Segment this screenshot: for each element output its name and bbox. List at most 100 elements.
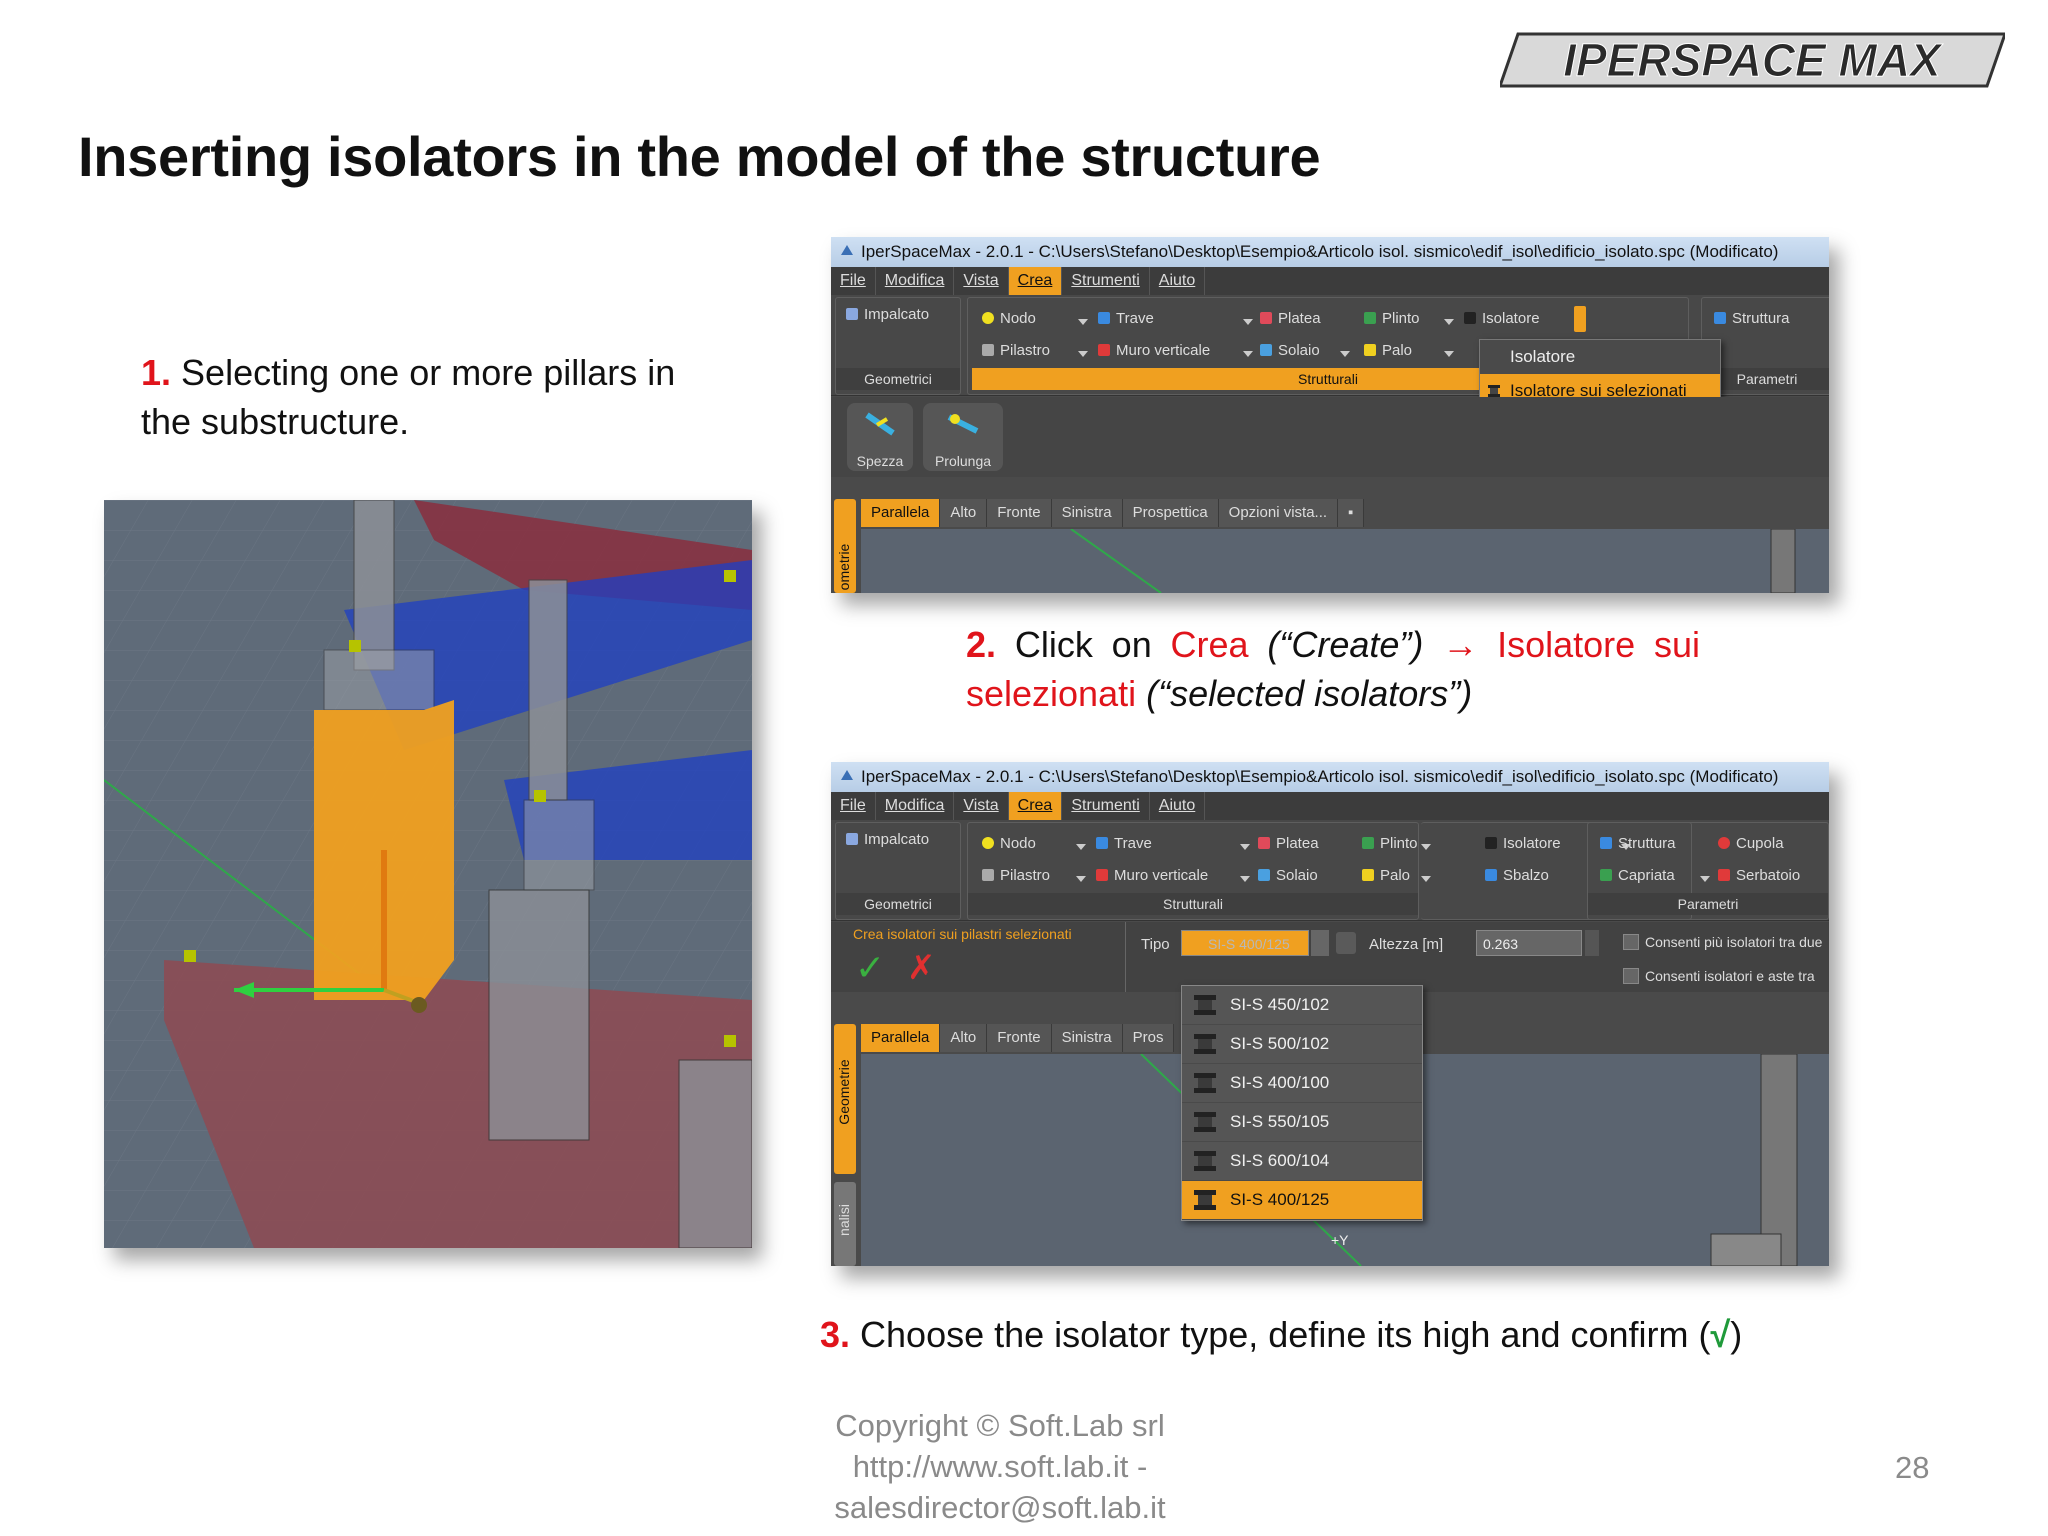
tipo-edit-button[interactable] bbox=[1336, 932, 1356, 954]
pilastro-button[interactable]: Pilastro bbox=[982, 867, 1050, 884]
tab-parallela[interactable]: Parallela bbox=[861, 499, 941, 527]
menu-strumenti[interactable]: Strumenti bbox=[1062, 267, 1150, 295]
trave-button[interactable]: Trave bbox=[1098, 310, 1154, 327]
plinto-button[interactable]: Plinto bbox=[1362, 835, 1418, 852]
tab-alto[interactable]: Alto bbox=[940, 499, 988, 527]
side-tab-analisi[interactable]: nalisi bbox=[834, 1182, 856, 1266]
cancel-x-icon[interactable]: ✗ bbox=[907, 948, 936, 988]
menu-strumenti[interactable]: Strumenti bbox=[1062, 792, 1150, 820]
isolator-option-selected[interactable]: SI-S 400/125 bbox=[1182, 1181, 1422, 1220]
nodo-button[interactable]: Nodo bbox=[982, 835, 1036, 852]
isolatore-button[interactable]: Isolatore bbox=[1485, 835, 1561, 852]
nodo-button[interactable]: Nodo bbox=[982, 310, 1036, 327]
prolunga-button[interactable]: Prolunga bbox=[923, 403, 1003, 471]
isolator-option[interactable]: SI-S 550/105 bbox=[1182, 1103, 1422, 1142]
view-tabs: Parallela Alto Fronte Sinistra Prospettica Op… bbox=[861, 499, 1365, 527]
muro-dropdown[interactable] bbox=[1243, 344, 1253, 361]
palo-dropdown[interactable] bbox=[1421, 869, 1431, 886]
menu-file[interactable]: File bbox=[831, 792, 876, 820]
view-extra-button[interactable]: ▪ bbox=[1338, 499, 1365, 527]
menu-aiuto[interactable]: Aiuto bbox=[1150, 792, 1206, 820]
opt1-checkbox[interactable] bbox=[1623, 934, 1639, 950]
menu-vista[interactable]: Vista bbox=[954, 267, 1009, 295]
altezza-spinner[interactable] bbox=[1585, 930, 1599, 956]
nodo-dropdown[interactable] bbox=[1078, 312, 1088, 329]
menu-modifica[interactable]: Modifica bbox=[876, 267, 955, 295]
tab-prospettica[interactable]: Prospettica bbox=[1122, 499, 1219, 527]
capriata-dropdown[interactable] bbox=[1700, 869, 1710, 886]
structure-3d-view[interactable] bbox=[104, 500, 752, 1248]
plinto-button[interactable]: Plinto bbox=[1364, 310, 1420, 327]
tab-parallela[interactable]: Parallela bbox=[861, 1024, 941, 1052]
palo-dropdown[interactable] bbox=[1444, 344, 1454, 361]
chevron-down-icon bbox=[1076, 844, 1086, 850]
menu-crea[interactable]: Crea bbox=[1008, 792, 1063, 820]
confirm-check-icon[interactable]: ✓ bbox=[855, 948, 885, 988]
capriata-button[interactable]: Capriata bbox=[1600, 867, 1675, 884]
menu-modifica[interactable]: Modifica bbox=[876, 792, 955, 820]
isolatore-dropdown-active[interactable] bbox=[1574, 306, 1586, 332]
menu-vista[interactable]: Vista bbox=[954, 792, 1009, 820]
isolator-option[interactable]: SI-S 450/102 bbox=[1182, 986, 1422, 1025]
tab-alto[interactable]: Alto bbox=[940, 1024, 988, 1052]
pilastro-dropdown[interactable] bbox=[1076, 869, 1086, 886]
menu-file[interactable]: File bbox=[831, 267, 876, 295]
step-1-number: 1. bbox=[141, 352, 172, 393]
impalcato-button[interactable]: Impalcato bbox=[846, 831, 929, 848]
palo-button[interactable]: Palo bbox=[1364, 342, 1412, 359]
slide-title: Inserting isolators in the model of the … bbox=[78, 125, 1321, 188]
struttura-button[interactable]: Struttura bbox=[1714, 310, 1790, 327]
solaio-dropdown[interactable] bbox=[1340, 344, 1350, 361]
tab-fronte[interactable]: Fronte bbox=[987, 499, 1052, 527]
spezza-button[interactable]: Spezza bbox=[847, 403, 913, 471]
muro-label: Muro verticale bbox=[1114, 867, 1209, 884]
solaio-button[interactable]: Solaio bbox=[1260, 342, 1320, 359]
trave-dropdown[interactable] bbox=[1243, 312, 1253, 329]
altezza-input[interactable]: 0.263 bbox=[1476, 930, 1582, 956]
pilastro-dropdown[interactable] bbox=[1078, 344, 1088, 361]
trave-dropdown[interactable] bbox=[1240, 837, 1250, 854]
plinto-dropdown[interactable] bbox=[1444, 312, 1454, 329]
pilastro-button[interactable]: Pilastro bbox=[982, 342, 1050, 359]
menu-aiuto[interactable]: Aiuto bbox=[1150, 267, 1206, 295]
serbatoio-button[interactable]: Serbatoio bbox=[1718, 867, 1800, 884]
tipo-select-arrow[interactable] bbox=[1311, 930, 1329, 956]
isolatore-button[interactable]: Isolatore bbox=[1464, 310, 1540, 327]
platea-button[interactable]: Platea bbox=[1260, 310, 1321, 327]
trave-button[interactable]: Trave bbox=[1096, 835, 1152, 852]
menu-crea[interactable]: Crea bbox=[1008, 267, 1063, 295]
cupola-button[interactable]: Cupola bbox=[1718, 835, 1784, 852]
impalcato-button[interactable]: Impalcato bbox=[846, 306, 929, 323]
muro-verticale-button[interactable]: Muro verticale bbox=[1098, 342, 1210, 359]
tipo-select[interactable]: SI-S 400/125 bbox=[1181, 930, 1309, 956]
isolator-option[interactable]: SI-S 400/100 bbox=[1182, 1064, 1422, 1103]
tab-sinistra[interactable]: Sinistra bbox=[1051, 1024, 1123, 1052]
side-tab-geometrie[interactable]: ometrie bbox=[834, 499, 856, 593]
isolator-option[interactable]: SI-S 600/104 bbox=[1182, 1142, 1422, 1181]
step-2-create-translation: (“Create”) bbox=[1248, 624, 1443, 665]
structure-3d-render bbox=[104, 500, 752, 1248]
palo-button[interactable]: Palo bbox=[1362, 867, 1410, 884]
tab-prospettica[interactable]: Pros bbox=[1122, 1024, 1175, 1052]
popup-item-isolatore[interactable]: Isolatore bbox=[1480, 340, 1720, 374]
nodo-dropdown[interactable] bbox=[1076, 837, 1086, 854]
platea-button[interactable]: Platea bbox=[1258, 835, 1319, 852]
opt2-checkbox[interactable] bbox=[1623, 968, 1639, 984]
sbalzo-button[interactable]: Sbalzo bbox=[1485, 867, 1549, 884]
viewport[interactable] bbox=[861, 528, 1829, 593]
tab-fronte[interactable]: Fronte bbox=[987, 1024, 1052, 1052]
sbalzo-label: Sbalzo bbox=[1503, 867, 1549, 884]
view-options-button[interactable]: Opzioni vista... bbox=[1218, 499, 1339, 527]
isolator-option[interactable]: SI-S 500/102 bbox=[1182, 1025, 1422, 1064]
step-2-click-on: Click on bbox=[996, 624, 1171, 665]
plinto-dropdown[interactable] bbox=[1421, 837, 1431, 854]
solaio-button[interactable]: Solaio bbox=[1258, 867, 1318, 884]
muro-dropdown[interactable] bbox=[1240, 869, 1250, 886]
window-titlebar: IperSpaceMax - 2.0.1 - C:\Users\Stefano\… bbox=[831, 762, 1829, 792]
struttura-button[interactable]: Struttura bbox=[1600, 835, 1676, 852]
muro-verticale-button[interactable]: Muro verticale bbox=[1096, 867, 1208, 884]
ribbon-group-parametri: Struttura Capriata Cupola Serbatoio Para… bbox=[1587, 822, 1829, 920]
side-tab-geometrie[interactable]: Geometrie bbox=[834, 1024, 856, 1174]
tab-sinistra[interactable]: Sinistra bbox=[1051, 499, 1123, 527]
platea-label: Platea bbox=[1278, 310, 1321, 327]
